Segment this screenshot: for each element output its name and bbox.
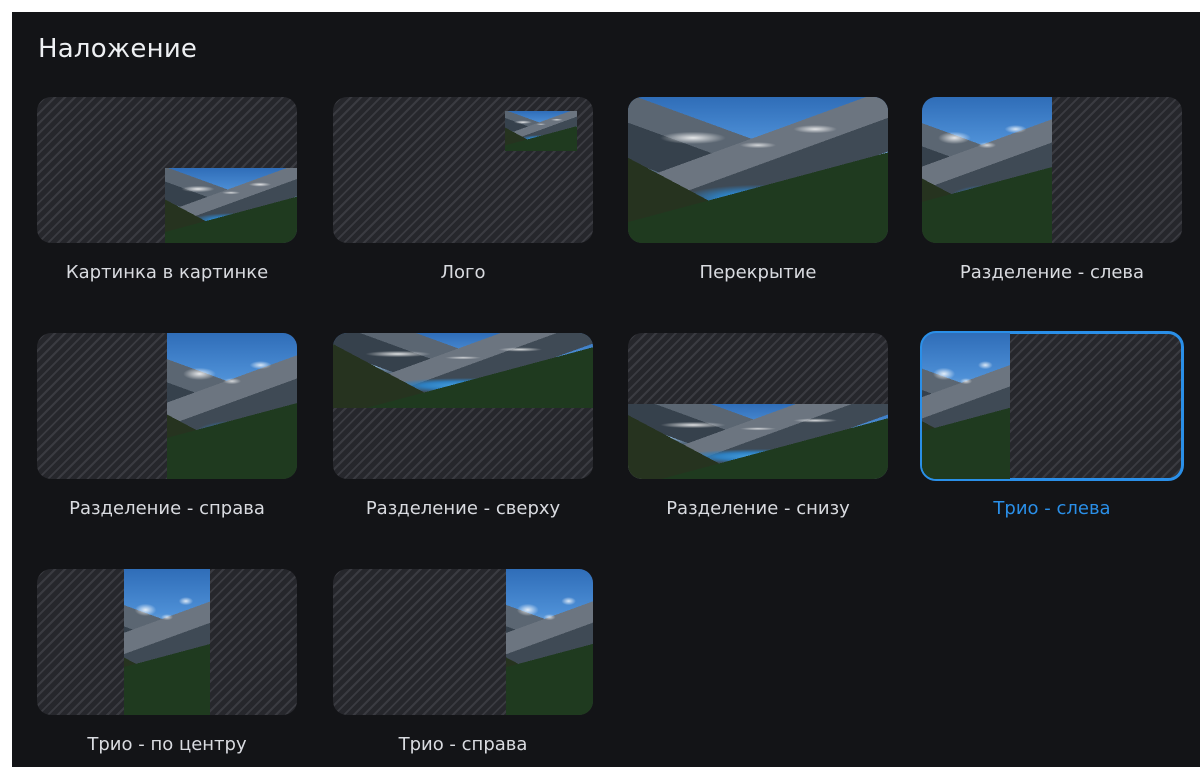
- tile-label: Разделение - справа: [69, 498, 265, 519]
- tile-label: Перекрытие: [699, 262, 817, 283]
- tile-overlap[interactable]: [628, 97, 888, 243]
- tile-label: Разделение - слева: [959, 262, 1145, 283]
- tile-split-bottom[interactable]: [628, 333, 888, 479]
- tile-label: Лого: [440, 262, 486, 283]
- preview-image: [165, 168, 297, 243]
- tile-split-right[interactable]: [37, 333, 297, 479]
- preview-image: [167, 333, 297, 479]
- tile-split-top[interactable]: [333, 333, 593, 479]
- tile-trio-center[interactable]: [37, 569, 297, 715]
- preview-image: [628, 97, 888, 243]
- preview-image: [333, 333, 593, 408]
- preview-image: [505, 111, 577, 151]
- preview-image: [628, 404, 888, 479]
- tile-logo[interactable]: [333, 97, 593, 243]
- tile-split-left[interactable]: [922, 97, 1182, 243]
- panel-title: Наложение: [38, 34, 198, 64]
- tile-trio-right[interactable]: [333, 569, 593, 715]
- preview-image: [922, 333, 1010, 479]
- overlay-panel: Наложение Картинка в картинке Лого Перек…: [12, 12, 1200, 767]
- tile-label: Разделение - снизу: [666, 498, 850, 519]
- tile-picture-in-picture[interactable]: [37, 97, 297, 243]
- tile-label: Картинка в картинке: [65, 262, 269, 283]
- tile-label: Трио - по центру: [87, 734, 247, 755]
- preview-image: [922, 97, 1052, 243]
- preview-image: [124, 569, 210, 715]
- tile-label: Трио - справа: [398, 734, 528, 755]
- preview-image: [506, 569, 593, 715]
- tile-label: Разделение - сверху: [365, 498, 561, 519]
- tile-trio-left[interactable]: [920, 331, 1184, 481]
- tile-label-selected: Трио - слева: [993, 498, 1111, 519]
